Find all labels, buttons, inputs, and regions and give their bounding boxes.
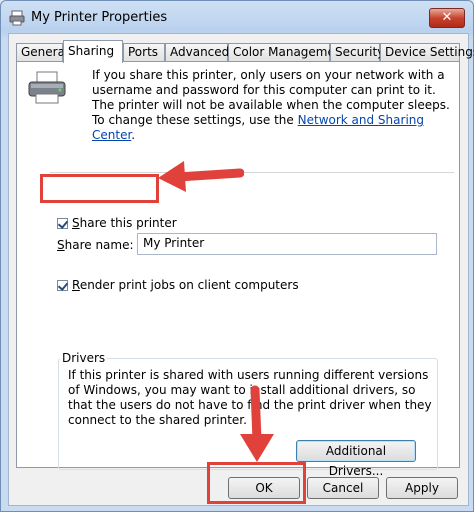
divider	[50, 172, 454, 173]
apply-button[interactable]: Apply	[386, 477, 458, 499]
share-printer-row[interactable]: Share this printer	[57, 216, 177, 230]
sharing-info-text: If you share this printer, only users on…	[92, 68, 452, 143]
tab-general[interactable]: General	[16, 43, 68, 61]
drivers-group-label: Drivers	[60, 351, 108, 365]
arrow-down-icon	[240, 385, 274, 462]
share-name-label: Share name:	[57, 238, 134, 252]
close-icon: ✕	[441, 10, 453, 25]
render-jobs-checkbox[interactable]	[57, 279, 68, 291]
share-printer-checkbox[interactable]	[57, 217, 68, 229]
share-printer-highlight-box	[40, 174, 159, 203]
render-jobs-label: Render print jobs on client computers	[72, 278, 299, 292]
printer-icon	[9, 10, 25, 26]
tab-ports[interactable]: Ports	[123, 43, 165, 61]
tab-sharing[interactable]: Sharing	[63, 40, 123, 63]
ok-highlight-box	[207, 462, 306, 504]
share-name-input[interactable]: My Printer	[137, 233, 437, 255]
arrow-left-icon	[158, 161, 244, 192]
close-button[interactable]: ✕	[429, 8, 465, 28]
cancel-button[interactable]: Cancel	[307, 477, 379, 499]
render-jobs-row[interactable]: Render print jobs on client computers	[57, 278, 299, 292]
info-end: .	[131, 128, 136, 142]
additional-drivers-button[interactable]: Additional Drivers...	[296, 440, 416, 478]
tab-device-settings[interactable]: Device Settings	[380, 43, 474, 61]
window-title: My Printer Properties	[31, 10, 168, 25]
title-bar[interactable]: My Printer Properties ✕	[1, 1, 473, 35]
tab-advanced[interactable]: Advanced	[165, 43, 229, 61]
tab-security[interactable]: Security	[330, 43, 384, 61]
tab-color-management[interactable]: Color Management	[228, 43, 347, 61]
printer-large-icon	[28, 71, 66, 104]
share-printer-label: Share this printer	[72, 216, 177, 230]
